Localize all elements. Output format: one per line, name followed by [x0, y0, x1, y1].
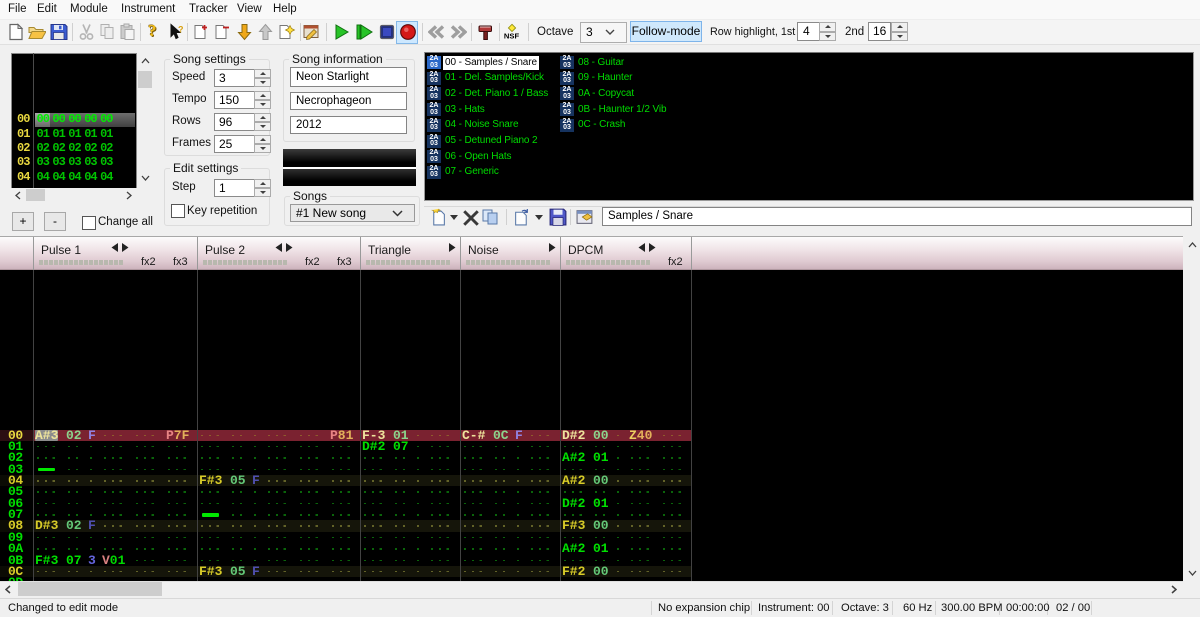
svg-text:?: ? [178, 25, 184, 35]
svg-text:NSF: NSF [504, 31, 520, 40]
